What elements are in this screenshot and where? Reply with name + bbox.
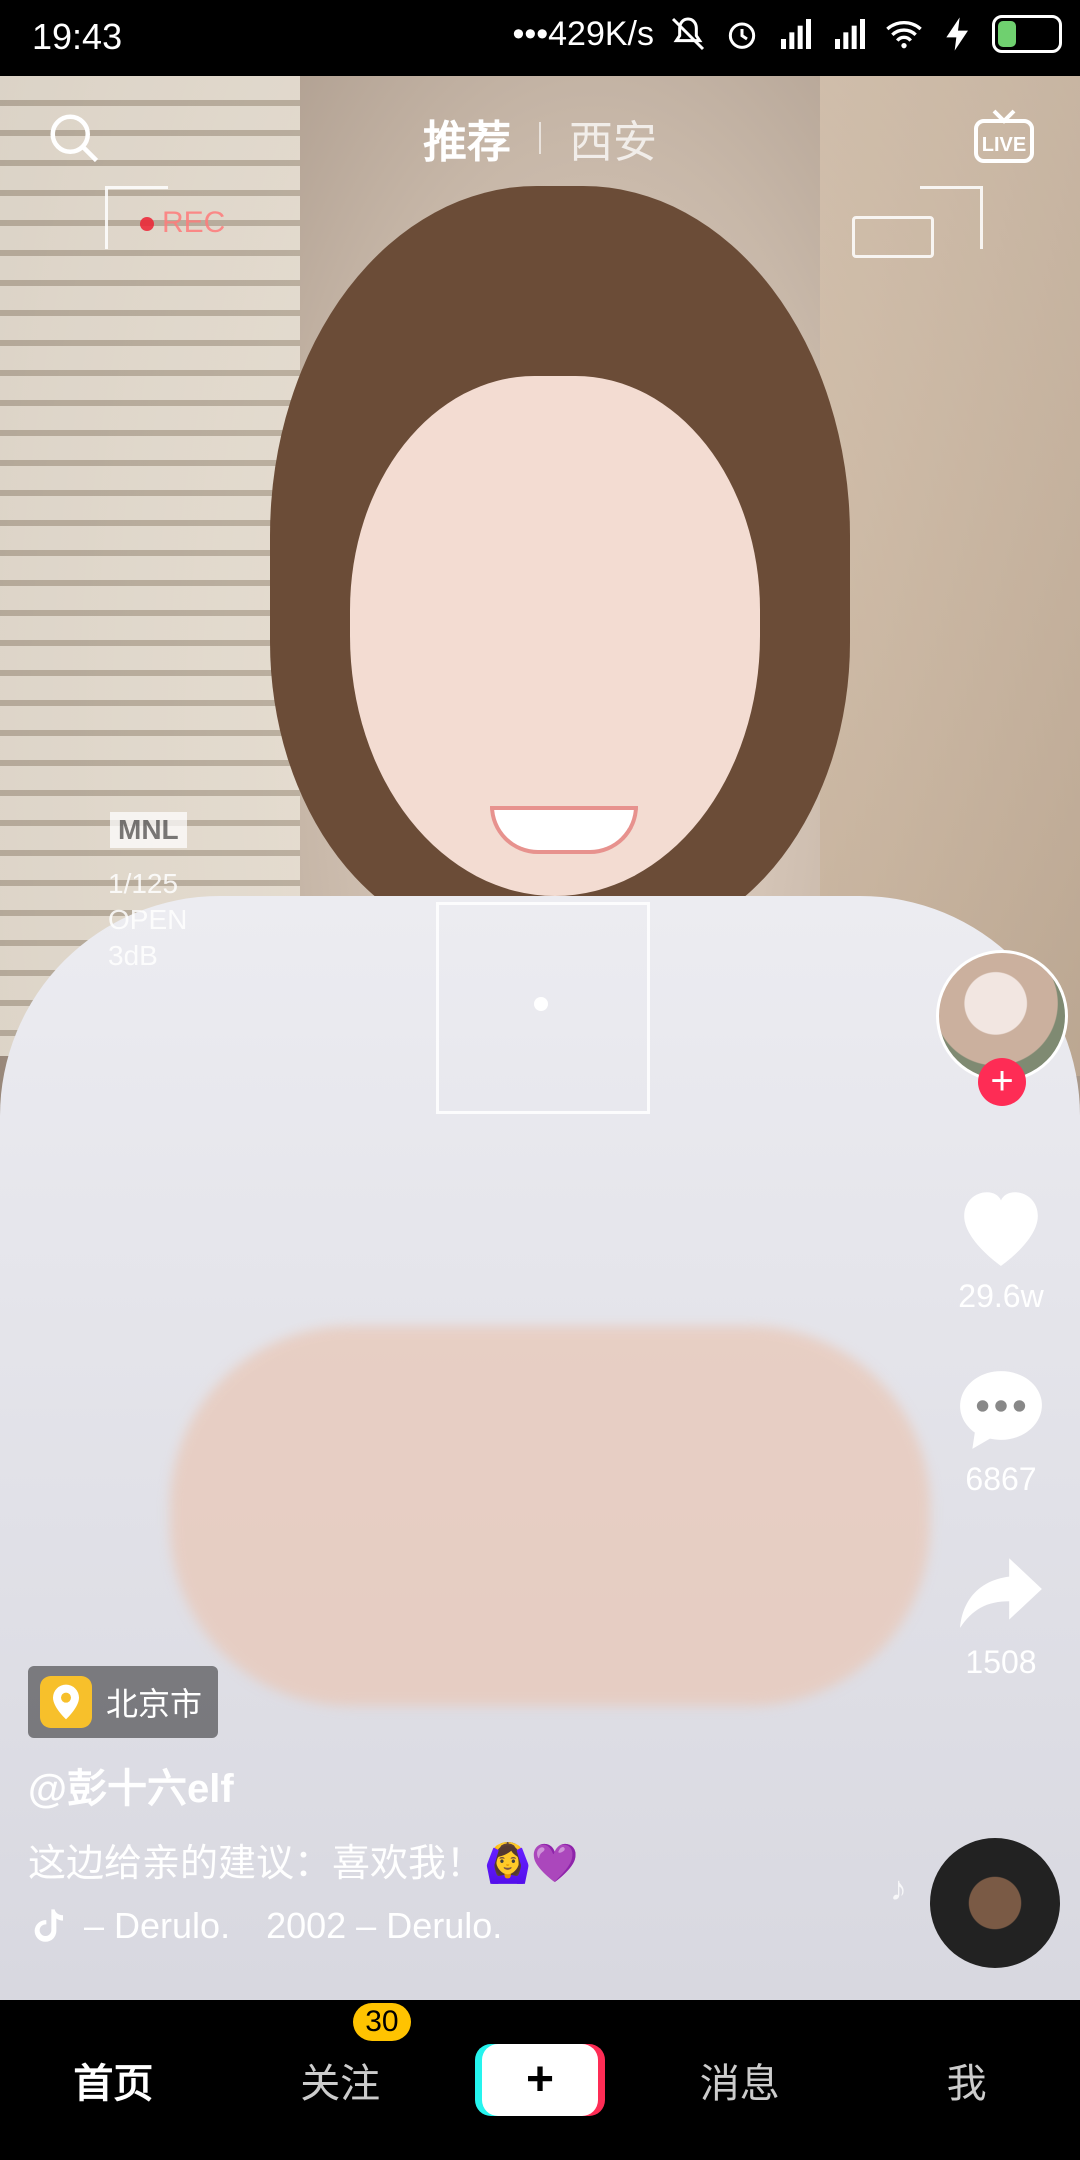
- heart-icon[interactable]: [951, 1180, 1051, 1270]
- nav-follow[interactable]: 关注 30: [255, 2003, 425, 2109]
- status-bar: 19:43 •••429K/s 28: [0, 0, 1080, 76]
- nav-follow-label: 关注: [300, 2062, 381, 2106]
- gain-value: 3dB: [108, 940, 158, 971]
- tab-recommended[interactable]: 推荐: [423, 106, 511, 170]
- comment-icon[interactable]: [951, 1363, 1051, 1453]
- tab-local[interactable]: 西安: [569, 106, 657, 170]
- tab-divider: [539, 122, 541, 154]
- camera-info: 1/125 OPEN 3dB: [108, 866, 187, 974]
- create-button[interactable]: +: [481, 2044, 598, 2116]
- follow-plus-button[interactable]: +: [978, 1058, 1026, 1106]
- share-count: 1508: [965, 1644, 1037, 1680]
- bottom-nav: 首页 关注 30 + 消息 我: [0, 2000, 1080, 2160]
- camera-battery-icon: [852, 216, 934, 258]
- share-arrow-icon[interactable]: [951, 1546, 1051, 1636]
- action-rail: + 29.6w 6867 1508: [936, 950, 1068, 1729]
- like-button[interactable]: 29.6w: [951, 1180, 1051, 1315]
- network-speed: •••429K/s: [512, 14, 654, 53]
- svg-text:LIVE: LIVE: [982, 134, 1026, 156]
- creator-avatar-wrap: +: [936, 950, 1068, 1106]
- follow-badge: 30: [353, 2003, 411, 2041]
- focus-dot: [534, 997, 548, 1011]
- music-disc[interactable]: [930, 1838, 1060, 1968]
- mode-label: MNL: [110, 812, 187, 848]
- location-tag[interactable]: 北京市: [28, 1666, 219, 1738]
- battery-indicator: 28: [992, 15, 1062, 53]
- video-caption: 这边给亲的建议：喜欢我！🙆‍♀️💜: [28, 1843, 579, 1885]
- signal-icon: [835, 19, 865, 49]
- share-button[interactable]: 1508: [951, 1546, 1051, 1681]
- music-info[interactable]: – Derulo. 2002 – Derulo.: [28, 1905, 928, 1947]
- music-title-part2: 2002 – Derulo.: [266, 1905, 503, 1946]
- charging-icon: [946, 17, 968, 51]
- person-hands: [170, 1326, 930, 1706]
- tiktok-note-icon: [34, 1909, 63, 1942]
- creator-username[interactable]: @彭十六elf: [28, 1756, 928, 1814]
- aperture-value: OPEN: [108, 904, 188, 935]
- video-info: 北京市 @彭十六elf 这边给亲的建议：喜欢我！🙆‍♀️💜 – Derulo. …: [28, 1666, 928, 1947]
- status-time: 19:43: [32, 16, 123, 57]
- status-icons: •••429K/s 28: [512, 14, 1062, 54]
- create-plus-label: +: [525, 2053, 554, 2106]
- location-pin-icon: [40, 1676, 92, 1728]
- top-nav: 推荐 西安 LIVE: [0, 76, 1080, 196]
- alarm-icon: [728, 22, 756, 49]
- music-title-part1: – Derulo.: [84, 1905, 231, 1946]
- signal-4g-icon: [781, 19, 811, 49]
- comment-count: 6867: [965, 1461, 1037, 1497]
- nav-me[interactable]: 我: [882, 2051, 1052, 2109]
- nav-messages[interactable]: 消息: [655, 2051, 825, 2109]
- shutter-value: 1/125: [108, 868, 179, 899]
- live-icon[interactable]: LIVE: [972, 104, 1036, 170]
- feed-tabs: 推荐 西安: [0, 106, 1080, 170]
- like-count: 29.6w: [958, 1278, 1044, 1314]
- wifi-icon: [886, 21, 922, 49]
- rec-label: REC: [140, 206, 225, 240]
- comment-button[interactable]: 6867: [951, 1363, 1051, 1498]
- nav-home[interactable]: 首页: [28, 2051, 198, 2109]
- location-label: 北京市: [106, 1686, 203, 1722]
- mute-bell-icon: [671, 17, 705, 51]
